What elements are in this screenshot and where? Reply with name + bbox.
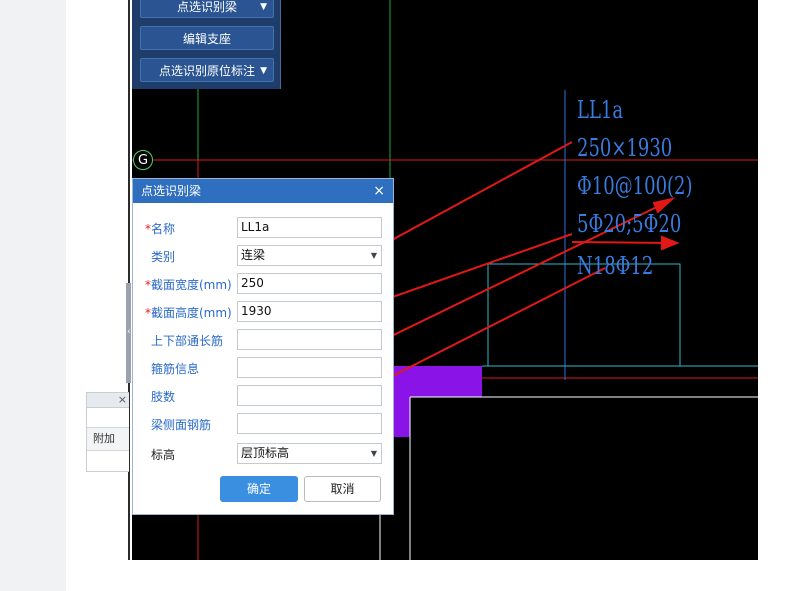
form-row-name: *名称 LL1a: [133, 217, 395, 239]
cancel-button[interactable]: 取消: [304, 476, 381, 502]
chevron-down-icon[interactable]: ▼: [260, 59, 267, 83]
pick-recognize-in-situ-button[interactable]: 点选识别原位标注 ▼: [140, 58, 274, 82]
form-row-category: 类别 连梁 ▼: [133, 245, 395, 267]
dialog-titlebar[interactable]: 点选识别梁 ×: [133, 179, 393, 203]
cad-label-side-rebar: N18Φ12: [577, 252, 654, 280]
form-row-elevation: 标高 层顶标高 ▼: [133, 443, 395, 465]
beam-name-input[interactable]: LL1a: [237, 217, 382, 238]
field-label: 梁侧面钢筋: [151, 418, 212, 432]
side-rebar-input[interactable]: [237, 413, 382, 434]
field-label: *名称: [145, 222, 176, 236]
form-row-continuous-bars: 上下部通长筋: [133, 329, 395, 351]
elevation-select-value: 层顶标高: [241, 446, 290, 460]
chevron-down-icon[interactable]: ▼: [260, 0, 267, 19]
background-panel: × 附加: [86, 392, 129, 472]
recognition-toolbar: 点选识别梁 ▼ 编辑支座 点选识别原位标注 ▼: [132, 0, 281, 89]
pick-recognize-in-situ-label: 点选识别原位标注: [158, 64, 255, 78]
cad-label-longitudinal: 5Φ20;5Φ20: [577, 210, 682, 238]
grid-axis-bubble: G: [133, 150, 153, 170]
wall-segment-2: [394, 397, 410, 437]
pick-recognize-beam-dialog: 点选识别梁 × *名称 LL1a 类别 连梁 ▼ *截面宽度(mm) 250 *…: [132, 178, 394, 515]
stirrup-info-input[interactable]: [237, 357, 382, 378]
cad-label-beam-name: LL1a: [577, 96, 624, 124]
background-panel-tab-fujia[interactable]: 附加: [87, 427, 129, 451]
form-row-legs: 肢数: [133, 385, 395, 407]
form-row-width: *截面宽度(mm) 250: [133, 273, 395, 295]
left-gutter: [0, 0, 66, 591]
edit-support-button[interactable]: 编辑支座: [140, 26, 274, 50]
field-label: 肢数: [151, 390, 176, 404]
collapse-arrow-icon[interactable]: ‹: [127, 327, 131, 337]
cad-label-section: 250×1930: [577, 134, 673, 162]
chevron-down-icon: ▼: [370, 251, 377, 260]
field-label: *截面高度(mm): [145, 306, 232, 320]
chevron-down-icon: ▼: [370, 449, 377, 458]
pick-recognize-beam-button[interactable]: 点选识别梁 ▼: [140, 0, 274, 18]
section-height-input[interactable]: 1930: [237, 301, 382, 322]
field-label: *截面宽度(mm): [145, 278, 232, 292]
elevation-select[interactable]: 层顶标高 ▼: [237, 443, 382, 464]
form-row-stirrup: 箍筋信息: [133, 357, 395, 379]
close-icon[interactable]: ×: [373, 179, 385, 203]
field-label: 上下部通长筋: [151, 334, 224, 348]
cad-label-stirrup: Φ10@100(2): [577, 172, 693, 200]
dialog-title: 点选识别梁: [141, 184, 202, 198]
field-label: 箍筋信息: [151, 362, 200, 376]
category-select-value: 连梁: [241, 248, 266, 262]
category-select[interactable]: 连梁 ▼: [237, 245, 382, 266]
panel-divider: [128, 0, 130, 560]
background-panel-titlebar: ×: [87, 393, 129, 408]
wall-segment: [394, 366, 482, 397]
gap-area: [66, 0, 126, 591]
form-row-height: *截面高度(mm) 1930: [133, 301, 395, 323]
ok-button[interactable]: 确定: [220, 476, 298, 502]
form-row-side-rebar: 梁侧面钢筋: [133, 413, 395, 435]
field-label: 标高: [151, 448, 176, 462]
field-label: 类别: [151, 250, 176, 264]
continuous-bars-input[interactable]: [237, 329, 382, 350]
pick-recognize-beam-label: 点选识别梁: [176, 0, 237, 14]
edit-support-label: 编辑支座: [182, 32, 231, 46]
background-panel-close-icon[interactable]: ×: [118, 393, 127, 407]
section-width-input[interactable]: 250: [237, 273, 382, 294]
legs-count-input[interactable]: [237, 385, 382, 406]
